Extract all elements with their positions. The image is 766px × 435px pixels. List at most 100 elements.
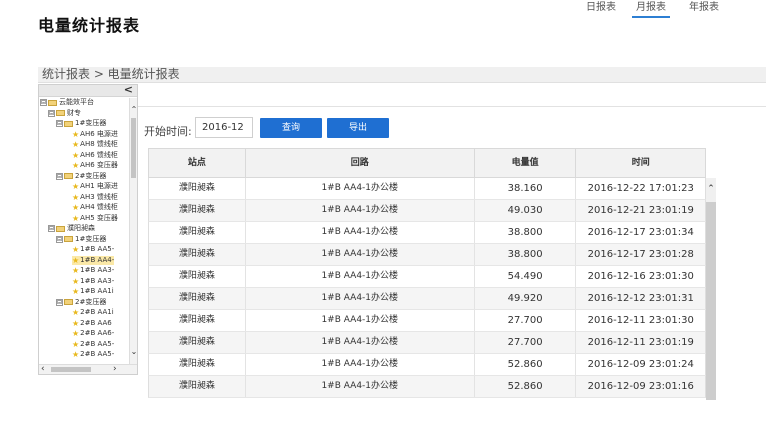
tab-monthly-report[interactable]: 月报表 [632, 0, 670, 18]
tree-node[interactable]: ⊟ 2#变压器 [56, 298, 106, 307]
table-row[interactable]: 濮阳昶森 1#B AA4-1办公楼 27.700 2016-12-11 23:01:1… [148, 332, 706, 354]
tree-node[interactable]: ⊟ 1#变压器 [56, 235, 106, 244]
table-row[interactable]: 濮阳昶森 1#B AA4-1办公楼 49.030 2016-12-21 23:01:1… [148, 200, 706, 222]
tree-node[interactable]: ★ AH4 馈线柜 [72, 203, 118, 212]
tree-node[interactable]: ⊟ 云能效平台 [40, 98, 94, 107]
tree-node[interactable]: ★ AH3 馈线柜 [72, 193, 118, 202]
tree-node[interactable]: ⊟ 1#变压器 [56, 119, 106, 128]
table-row[interactable]: 濮阳昶森 1#B AA4-1办公楼 52.860 2016-12-09 23:01:2… [148, 354, 706, 376]
star-icon: ★ [72, 203, 80, 212]
collapse-toggle-icon[interactable]: ⊟ [56, 172, 63, 180]
cell-energy-value: 38.800 [475, 222, 577, 243]
tab-daily-report[interactable]: 日报表 [584, 0, 618, 18]
tree-node[interactable]: ★ AH5 变压器 [72, 214, 118, 223]
cell-station: 濮阳昶森 [149, 266, 246, 287]
query-button[interactable]: 查询 [260, 118, 322, 138]
tree-node-label: 2#B AA6- [80, 329, 115, 337]
scroll-up-icon[interactable]: ⌃ [706, 184, 716, 194]
table-vertical-scrollbar[interactable]: ⌃ [706, 178, 716, 400]
table-row[interactable]: 濮阳昶森 1#B AA4-1办公楼 49.920 2016-12-12 23:01:3… [148, 288, 706, 310]
start-time-label: 开始时间: [144, 125, 192, 138]
page-title: 电量统计报表 [38, 16, 141, 35]
cell-station: 濮阳昶森 [149, 332, 246, 353]
tree-node[interactable]: ⊟ 濮阳昶森 [48, 224, 95, 233]
table-row[interactable]: 濮阳昶森 1#B AA4-1办公楼 38.800 2016-12-17 23:01:3… [148, 222, 706, 244]
table-row[interactable]: 濮阳昶森 1#B AA4-1办公楼 52.860 2016-12-09 23:01:1… [148, 376, 706, 398]
tree-scroll-thumb[interactable] [131, 118, 136, 178]
tree-node-label: AH3 馈线柜 [80, 192, 118, 201]
scroll-up-icon[interactable]: ⌃ [130, 106, 137, 114]
star-icon: ★ [72, 192, 80, 202]
tree-node-label: 濮阳昶森 [67, 224, 95, 232]
tree-node[interactable]: ★ AH6 馈线柜 [72, 151, 118, 160]
table-row[interactable]: 濮阳昶森 1#B AA4-1办公楼 27.700 2016-12-11 23:01:3… [148, 310, 706, 332]
cell-time: 2016-12-09 23:01:24 [587, 359, 694, 370]
table-row[interactable]: 濮阳昶森 1#B AA4-1办公楼 54.490 2016-12-16 23:01:3… [148, 266, 706, 288]
cell-circuit: 1#B AA4-1办公楼 [246, 354, 475, 375]
cell-circuit: 1#B AA4-1办公楼 [246, 266, 475, 287]
tree-hscroll-thumb[interactable] [51, 367, 91, 372]
star-icon: ★ [72, 318, 80, 328]
tree-header: < [39, 85, 137, 97]
tree-node-label: 2#B AA6 [80, 318, 112, 327]
scroll-down-icon[interactable]: ⌄ [130, 348, 137, 356]
tree-node[interactable]: ★ 2#B AA1i [72, 308, 114, 317]
table-row[interactable]: 濮阳昶森 1#B AA4-1办公楼 38.160 2016-12-22 17:01:2… [148, 178, 706, 200]
tree-horizontal-scrollbar[interactable]: ‹ › [39, 364, 137, 374]
collapse-toggle-icon[interactable]: ⊟ [56, 120, 63, 127]
tree-node[interactable]: ★ 1#B AA5- [72, 245, 114, 254]
export-button[interactable]: 导出 [327, 118, 389, 138]
cell-energy-value: 52.860 [475, 376, 577, 397]
collapse-toggle-icon[interactable]: ⊟ [40, 99, 47, 106]
tree-node-label: 1#变压器 [75, 119, 107, 127]
tree-node[interactable]: ★ AH8 馈线柜 [72, 140, 118, 149]
collapse-panel-icon[interactable]: < [124, 85, 133, 96]
tree-node[interactable]: ★ 2#B AA5- [72, 340, 114, 349]
column-header-station[interactable]: 站点 [149, 149, 246, 177]
tree-node-label: AH4 馈线柜 [80, 203, 118, 211]
table-scroll-thumb[interactable] [706, 202, 716, 400]
tree-node[interactable]: ★ 2#B AA6 [72, 319, 112, 328]
start-time-input[interactable]: 2016-12 [195, 117, 253, 138]
tree-vertical-scrollbar[interactable]: ⌃ ⌄ [129, 98, 137, 364]
scroll-right-icon[interactable]: › [113, 365, 117, 374]
cell-circuit: 1#B AA4-1办公楼 [246, 310, 475, 331]
tree-node-label: AH6 馈线柜 [80, 150, 118, 159]
collapse-toggle-icon[interactable]: ⊟ [48, 225, 55, 232]
tree-node[interactable]: ★ AH6 变压器 [72, 161, 118, 170]
table-row[interactable]: 濮阳昶森 1#B AA4-1办公楼 38.800 2016-12-17 23:01:2… [148, 244, 706, 266]
tree-node[interactable]: ★ 1#B AA3- [72, 277, 114, 286]
cell-time: 2016-12-22 17:01:23 [587, 183, 694, 194]
tree-panel: < ⊟ 云能效平台 ⊟ 财专 ⊟ 1#变压器 ★ AH6 电源进 ★ AH8 馈线柜 ★ AH6 馈线… [38, 84, 138, 375]
column-header-circuit[interactable]: 回路 [246, 149, 475, 177]
tab-yearly-report[interactable]: 年报表 [686, 0, 722, 18]
collapse-toggle-icon[interactable]: ⊟ [56, 235, 63, 243]
tree-node[interactable]: ★ 2#B AA6- [72, 329, 114, 338]
cell-energy-value: 38.800 [475, 244, 577, 265]
tree-node[interactable]: ★ 1#B AA4- [72, 255, 115, 265]
tree-node[interactable]: ★ 1#B AA3- [72, 266, 114, 275]
cell-energy-value: 49.030 [475, 200, 577, 221]
column-header-time[interactable]: 时间 [576, 149, 705, 177]
tree-node[interactable]: ★ AH6 电源进 [72, 130, 118, 139]
star-icon: ★ [72, 308, 80, 317]
tree-node[interactable]: ⊟ 2#变压器 [56, 172, 106, 181]
folder-icon [48, 99, 57, 106]
star-icon: ★ [72, 161, 80, 170]
tree-node[interactable]: ★ 1#B AA1i [72, 287, 114, 296]
tree-node[interactable]: ★ AH1 电源进 [72, 182, 118, 191]
tree-node-label: 1#B AA3- [80, 266, 115, 274]
cell-circuit: 1#B AA4-1办公楼 [246, 200, 475, 221]
collapse-toggle-icon[interactable]: ⊟ [56, 298, 63, 306]
tree-node[interactable]: ★ 2#B AA5- [72, 350, 114, 359]
scroll-left-icon[interactable]: ‹ [41, 365, 45, 374]
cell-circuit: 1#B AA4-1办公楼 [246, 222, 475, 243]
tree-node[interactable]: ⊟ 财专 [48, 109, 81, 118]
star-icon: ★ [72, 129, 80, 139]
star-icon: ★ [72, 140, 80, 149]
cell-time: 2016-12-21 23:01:19 [587, 205, 694, 216]
tree-node-label: 1#B AA3- [80, 276, 115, 285]
folder-icon [56, 110, 65, 116]
column-header-energy[interactable]: 电量值 [475, 149, 577, 177]
collapse-toggle-icon[interactable]: ⊟ [48, 109, 55, 117]
